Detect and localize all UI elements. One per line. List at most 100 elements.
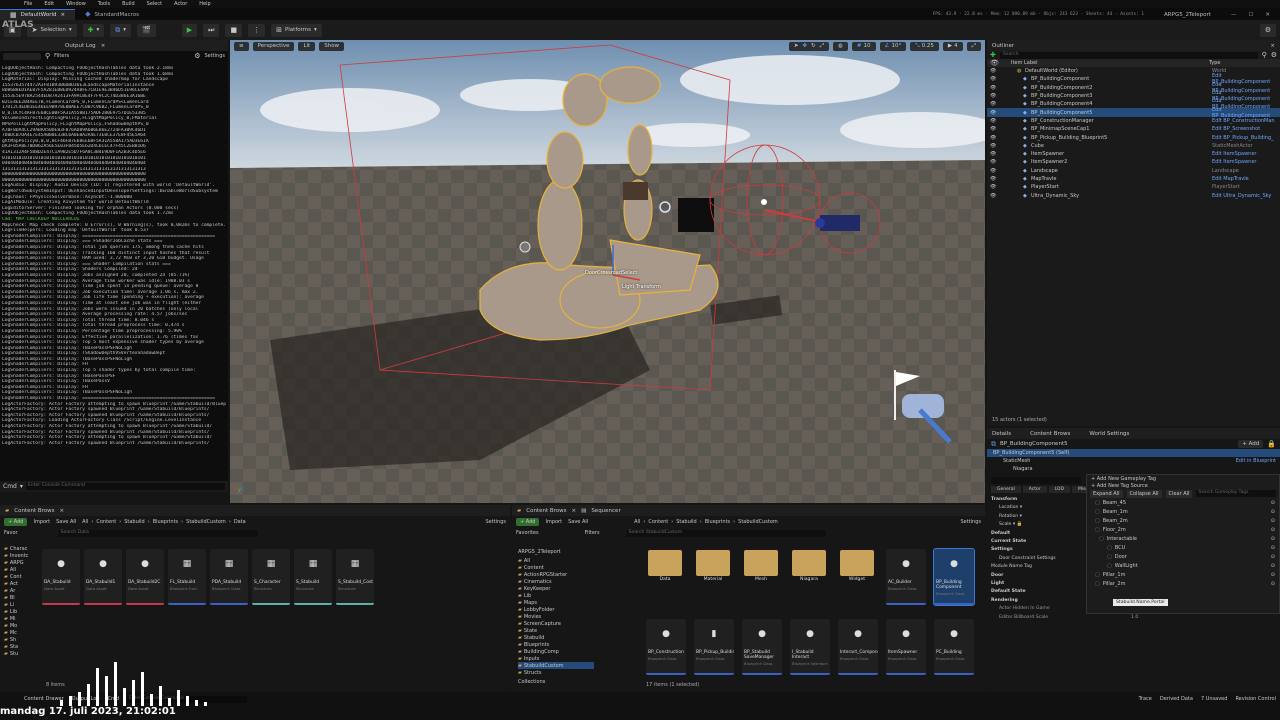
checkbox[interactable]: ▢: [1107, 554, 1112, 560]
folder-tile[interactable]: Widget: [838, 549, 876, 589]
asset-tile[interactable]: ● DA_Stabuild1 Data Asset: [84, 549, 122, 605]
camera-speed[interactable]: ▶ 4: [942, 41, 963, 51]
tree-item[interactable]: ▰ Stabuild: [518, 634, 594, 641]
cmd-dropdown[interactable]: Cmd: [3, 483, 17, 490]
eye-icon[interactable]: 👁: [990, 93, 996, 99]
step-button[interactable]: ⏭: [203, 23, 220, 37]
tag-options-icon[interactable]: ⊙: [1271, 509, 1275, 515]
cinematics-button[interactable]: 🎬: [137, 23, 156, 37]
eye-icon[interactable]: 👁: [990, 159, 996, 165]
tag-item[interactable]: ▢ Beam_2m ⊙: [1087, 516, 1279, 525]
revision-control-button[interactable]: Revision Control: [1235, 696, 1276, 702]
tree-item[interactable]: ▰ All: [4, 566, 40, 573]
tree-item[interactable]: ▰ Cinematics: [518, 578, 594, 585]
tab-macros[interactable]: ◆ StandardMacros: [75, 9, 149, 20]
cb-right-search[interactable]: Search StabuildCustom: [625, 529, 826, 537]
tag-search-input[interactable]: Search Gameplay Tags: [1196, 490, 1276, 497]
menu-item-actor[interactable]: Actor: [174, 1, 187, 7]
expand-all-button[interactable]: Expand All: [1090, 489, 1123, 498]
tag-item[interactable]: ▢ Interactable ⊙: [1087, 534, 1279, 543]
asset-tile[interactable]: ● AC_Builder Blueprint Class: [886, 549, 926, 605]
filters-button[interactable]: Filters: [54, 53, 69, 59]
minimize-icon[interactable]: —: [1231, 12, 1237, 18]
add-source-row[interactable]: + Add New Tag Source: [1087, 482, 1279, 489]
gear-icon[interactable]: ⚙: [1271, 51, 1277, 59]
checkbox[interactable]: ▢: [1099, 536, 1104, 542]
outliner-row[interactable]: 👁 ◆ ItemSpawner Edit ItemSpawner: [987, 150, 1280, 158]
asset-tile[interactable]: ● Interact_ComponentBlueprint Class: [838, 619, 878, 675]
blueprint-button[interactable]: ⧉ ▾: [110, 23, 132, 37]
move-tool-icon[interactable]: ✥: [802, 43, 807, 49]
output-log-tab[interactable]: Output Log: [65, 43, 96, 49]
favorites-header[interactable]: Favorites: [516, 530, 539, 536]
checkbox[interactable]: ▢: [1095, 527, 1100, 533]
outliner-row-type[interactable]: Edit BP_Pickup_Building_: [1212, 135, 1274, 141]
asset-tile[interactable]: ● ItemSpawner Blueprint Class: [886, 619, 926, 675]
eye-icon[interactable]: 👁: [990, 184, 996, 190]
tree-item[interactable]: ▰ Li: [4, 601, 40, 608]
eye-icon[interactable]: 👁: [990, 135, 996, 141]
details-tab-0[interactable]: Details: [992, 431, 1011, 437]
checkbox[interactable]: ▢: [1095, 500, 1100, 506]
outliner-row-type[interactable]: Edit MapTravle: [1212, 176, 1249, 182]
outliner-row[interactable]: 👁 ◆ Ultra_Dynamic_Sky Edit Ultra_Dynamic_Sk…: [987, 191, 1280, 199]
folder-tile[interactable]: Niagara: [790, 549, 828, 589]
asset-tile[interactable]: ● PC_Building Blueprint Class: [934, 619, 974, 675]
outliner-row[interactable]: 👁 ◆ Landscape Landscape: [987, 167, 1280, 175]
tree-item[interactable]: ▰ KeyKeeper: [518, 585, 594, 592]
tree-item[interactable]: ▰ Maps: [518, 599, 594, 606]
play-button[interactable]: ▶: [181, 23, 198, 37]
add-component-button[interactable]: + Add: [1238, 440, 1264, 448]
filters-button[interactable]: Filters: [585, 530, 600, 536]
console-input[interactable]: Enter Console Command: [25, 483, 225, 490]
menu-item-tools[interactable]: Tools: [98, 1, 110, 7]
breadcrumb-item[interactable]: All: [82, 519, 88, 525]
asset-tile[interactable]: ● I_Stabuild Interact Blueprint Interface: [790, 619, 830, 675]
breadcrumb-item[interactable]: StabuildCustom: [738, 519, 778, 525]
collections-header[interactable]: Collections: [518, 679, 545, 685]
tag-item[interactable]: ▢ WallLight ⊙: [1087, 561, 1279, 570]
asset-tile[interactable]: ● BP_Building Component Blueprint Class: [933, 548, 975, 606]
outliner-row-type[interactable]: Edit ItemSpawner: [1212, 159, 1256, 165]
tree-item[interactable]: ▰ Cont: [4, 573, 40, 580]
breadcrumb-item[interactable]: Stabuild: [124, 519, 145, 525]
eye-icon[interactable]: 👁: [990, 118, 996, 124]
maximize-viewport-button[interactable]: ⤢: [966, 41, 981, 51]
eye-icon[interactable]: 👁: [990, 101, 996, 107]
folder-tile[interactable]: Material: [694, 549, 732, 589]
outliner-row[interactable]: 👁 ◆ Cube StaticMeshActor: [987, 142, 1280, 150]
folder-tile[interactable]: Data: [646, 549, 684, 589]
outliner-row[interactable]: 👁 ◆ BP_MinimapSceneCap1 Edit BP_Screenshot: [987, 125, 1280, 133]
menu-item-select[interactable]: Select: [147, 1, 162, 7]
tag-options-icon[interactable]: ⊙: [1271, 572, 1275, 578]
tree-item[interactable]: ▰ ARPG: [4, 559, 40, 566]
outliner-row-type[interactable]: Edit ItemSpawner: [1212, 151, 1256, 157]
close-icon[interactable]: ×: [572, 508, 577, 514]
breadcrumb-item[interactable]: All: [634, 519, 640, 525]
outliner-row-type[interactable]: Edit BP_Screenshot: [1212, 126, 1260, 132]
maximize-icon[interactable]: ☐: [1248, 12, 1253, 18]
tag-options-icon[interactable]: ⊙: [1271, 581, 1275, 587]
tree-item[interactable]: ▰ Blueprints: [518, 641, 594, 648]
checkbox[interactable]: ▢: [1095, 581, 1100, 587]
outliner-row[interactable]: 👁 ◆ ItemSpawner2 Edit ItemSpawner: [987, 158, 1280, 166]
lock-icon[interactable]: 🔒: [1267, 440, 1276, 448]
asset-tile[interactable]: ● DA_Stabuild2C Data Asset: [126, 549, 164, 605]
close-window-icon[interactable]: ✕: [1265, 12, 1270, 18]
checkbox[interactable]: ▢: [1107, 563, 1112, 569]
asset-tile[interactable]: ▦ FL_Stabuild Blueprint Func: [168, 549, 206, 605]
close-icon[interactable]: ×: [60, 12, 65, 18]
eye-icon[interactable]: 👁: [990, 68, 996, 74]
favorites-header[interactable]: Favor: [4, 530, 18, 536]
settings-button[interactable]: ⚙: [1259, 23, 1276, 37]
checkbox[interactable]: ▢: [1107, 545, 1112, 551]
breadcrumb-item[interactable]: StabuildCustom: [186, 519, 226, 525]
menu-item-build[interactable]: Build: [122, 1, 135, 7]
import-button[interactable]: Import: [545, 519, 562, 525]
category-tab-lod[interactable]: LOD: [1048, 486, 1070, 493]
select-tool-icon[interactable]: ➤: [794, 43, 799, 49]
tree-item[interactable]: ▰ BuildingComp: [518, 648, 594, 655]
outliner-search-input[interactable]: Search: [999, 51, 1258, 59]
settings-button[interactable]: Settings: [485, 519, 506, 525]
asset-tile[interactable]: ▮ BP_Pickup_Building Blueprint Class: [694, 619, 734, 675]
